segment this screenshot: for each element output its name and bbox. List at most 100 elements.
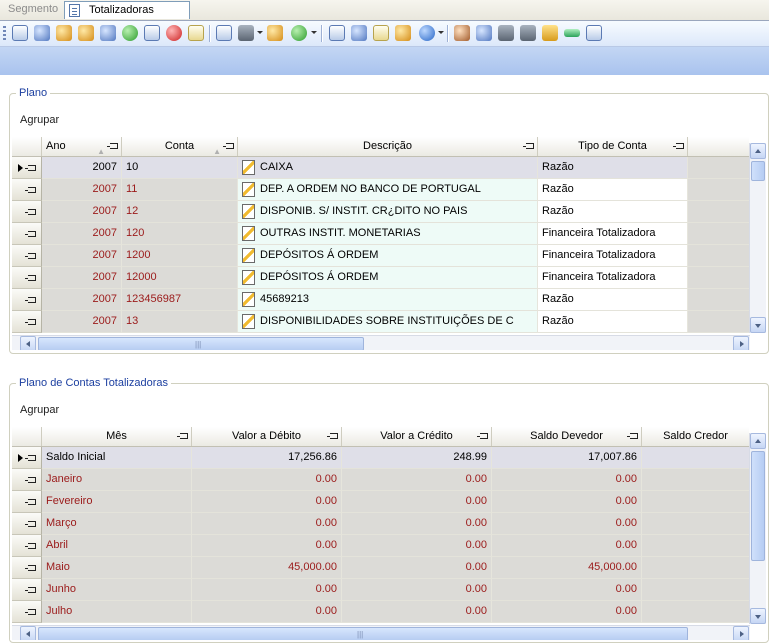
col-valor-debito[interactable]: Valor a Débito	[192, 427, 342, 446]
table-row[interactable]: Fevereiro 0.00 0.00 0.00	[12, 491, 749, 513]
table-row[interactable]: Janeiro 0.00 0.00 0.00	[12, 469, 749, 491]
edit-icon[interactable]	[373, 25, 389, 41]
clipboard-icon[interactable]	[586, 25, 602, 41]
calendar-icon[interactable]	[329, 25, 345, 41]
pin-icon[interactable]	[25, 297, 36, 303]
pin-icon[interactable]	[25, 499, 36, 505]
pin-icon[interactable]	[25, 187, 36, 193]
table-row[interactable]: Março 0.00 0.00 0.00	[12, 513, 749, 535]
scroll-right-button[interactable]	[733, 626, 749, 640]
help-dropdown-icon[interactable]	[438, 31, 444, 34]
col-valor-credito[interactable]: Valor a Crédito	[342, 427, 492, 446]
users-icon[interactable]	[78, 25, 94, 41]
scroll-up-button[interactable]	[750, 433, 766, 449]
server-icon[interactable]	[498, 25, 514, 41]
pin-icon[interactable]	[25, 165, 36, 171]
refresh-icon[interactable]	[34, 25, 50, 41]
scroll-down-button[interactable]	[750, 317, 766, 333]
row-selector[interactable]	[12, 491, 42, 513]
table-row[interactable]: Abril 0.00 0.00 0.00	[12, 535, 749, 557]
row-selector[interactable]	[12, 579, 42, 601]
table-row[interactable]: 2007 10 CAIXA Razão	[12, 157, 749, 179]
totalizadoras-group-by-area[interactable]: Agrupar	[20, 404, 59, 416]
copy-icon[interactable]	[144, 25, 160, 41]
row-selector[interactable]	[12, 267, 42, 289]
row-selector[interactable]	[12, 557, 42, 579]
table-row[interactable]: 2007 120 OUTRAS INSTIT. MONETARIAS Financei…	[12, 223, 749, 245]
box-icon[interactable]	[542, 25, 558, 41]
pin-icon[interactable]	[25, 565, 36, 571]
scroll-left-button[interactable]	[20, 626, 36, 640]
scroll-up-button[interactable]	[750, 143, 766, 159]
pin-icon[interactable]	[25, 521, 36, 527]
filter-dropdown-icon[interactable]	[257, 31, 263, 34]
plano-vertical-scrollbar[interactable]	[749, 143, 766, 333]
plano-horizontal-scrollbar[interactable]	[12, 335, 750, 350]
row-selector[interactable]	[12, 513, 42, 535]
group-icon[interactable]	[454, 25, 470, 41]
table-row[interactable]: 2007 123456987 45689213 Razão	[12, 289, 749, 311]
pin-icon[interactable]	[25, 477, 36, 483]
row-selector[interactable]	[12, 201, 42, 223]
export-icon[interactable]	[291, 25, 307, 41]
scroll-thumb[interactable]	[38, 337, 364, 350]
row-selector[interactable]	[12, 157, 42, 179]
pin-icon[interactable]	[673, 143, 684, 149]
table-row[interactable]: 2007 11 DEP. A ORDEM NO BANCO DE PORTUGAL R…	[12, 179, 749, 201]
book-icon[interactable]	[520, 25, 536, 41]
col-saldo-devedor[interactable]: Saldo Devedor	[492, 427, 642, 446]
pin-icon[interactable]	[477, 433, 488, 439]
scroll-thumb[interactable]	[751, 161, 765, 181]
pin-icon[interactable]	[25, 319, 36, 325]
pin-icon[interactable]	[25, 253, 36, 259]
row-selector[interactable]	[12, 179, 42, 201]
table-row[interactable]: 2007 13 DISPONIBILIDADES SOBRE INSTITUIÇÕE…	[12, 311, 749, 333]
tab-segmento[interactable]: Segmento	[2, 1, 64, 19]
col-mes[interactable]: Mês	[42, 427, 192, 446]
totalizadoras-horizontal-scrollbar[interactable]	[12, 625, 750, 640]
scroll-thumb[interactable]	[38, 627, 688, 640]
settings-icon[interactable]	[395, 25, 411, 41]
pin-icon[interactable]	[25, 609, 36, 615]
col-ano[interactable]: Ano ▲	[42, 137, 122, 156]
pin-icon[interactable]	[25, 587, 36, 593]
export-dropdown-icon[interactable]	[311, 31, 317, 34]
help-icon[interactable]	[419, 25, 435, 41]
pin-icon[interactable]	[25, 209, 36, 215]
pin-icon[interactable]	[25, 543, 36, 549]
plano-group-by-area[interactable]: Agrupar	[20, 114, 59, 126]
col-saldo-credor[interactable]: Saldo Credor	[642, 427, 749, 446]
pin-icon[interactable]	[523, 143, 534, 149]
row-selector[interactable]	[12, 245, 42, 267]
add-icon[interactable]	[122, 25, 138, 41]
col-descricao[interactable]: Descrição	[238, 137, 538, 156]
row-selector[interactable]	[12, 601, 42, 623]
scroll-right-button[interactable]	[733, 336, 749, 350]
package-icon[interactable]	[476, 25, 492, 41]
scroll-thumb[interactable]	[751, 451, 765, 561]
row-selector[interactable]	[12, 469, 42, 491]
grid-icon[interactable]	[216, 25, 232, 41]
totalizadoras-vertical-scrollbar[interactable]	[749, 433, 766, 624]
scroll-down-button[interactable]	[750, 608, 766, 624]
pin-icon[interactable]	[627, 433, 638, 439]
delete-icon[interactable]	[166, 25, 182, 41]
row-selector[interactable]	[12, 447, 42, 469]
user-add-icon[interactable]	[100, 25, 116, 41]
table-row[interactable]: 2007 12000 DEPÓSITOS Á ORDEM Financeira Tot…	[12, 267, 749, 289]
calculator-icon[interactable]	[351, 25, 367, 41]
table-row[interactable]: Junho 0.00 0.00 0.00	[12, 579, 749, 601]
battery-icon[interactable]	[564, 29, 580, 37]
col-conta[interactable]: Conta ▲	[122, 137, 238, 156]
table-row[interactable]: Saldo Inicial 17,256.86 248.99 17,007.86	[12, 447, 749, 469]
note-icon[interactable]	[188, 25, 204, 41]
pin-icon[interactable]	[223, 143, 234, 149]
table-row[interactable]: Julho 0.00 0.00 0.00	[12, 601, 749, 623]
tab-totalizadoras[interactable]: Totalizadoras (v1.0)	[64, 1, 190, 33]
row-selector[interactable]	[12, 535, 42, 557]
pin-icon[interactable]	[25, 231, 36, 237]
row-selector[interactable]	[12, 311, 42, 333]
row-selector[interactable]	[12, 223, 42, 245]
user-filter-icon[interactable]	[267, 25, 283, 41]
pin-icon[interactable]	[177, 433, 188, 439]
